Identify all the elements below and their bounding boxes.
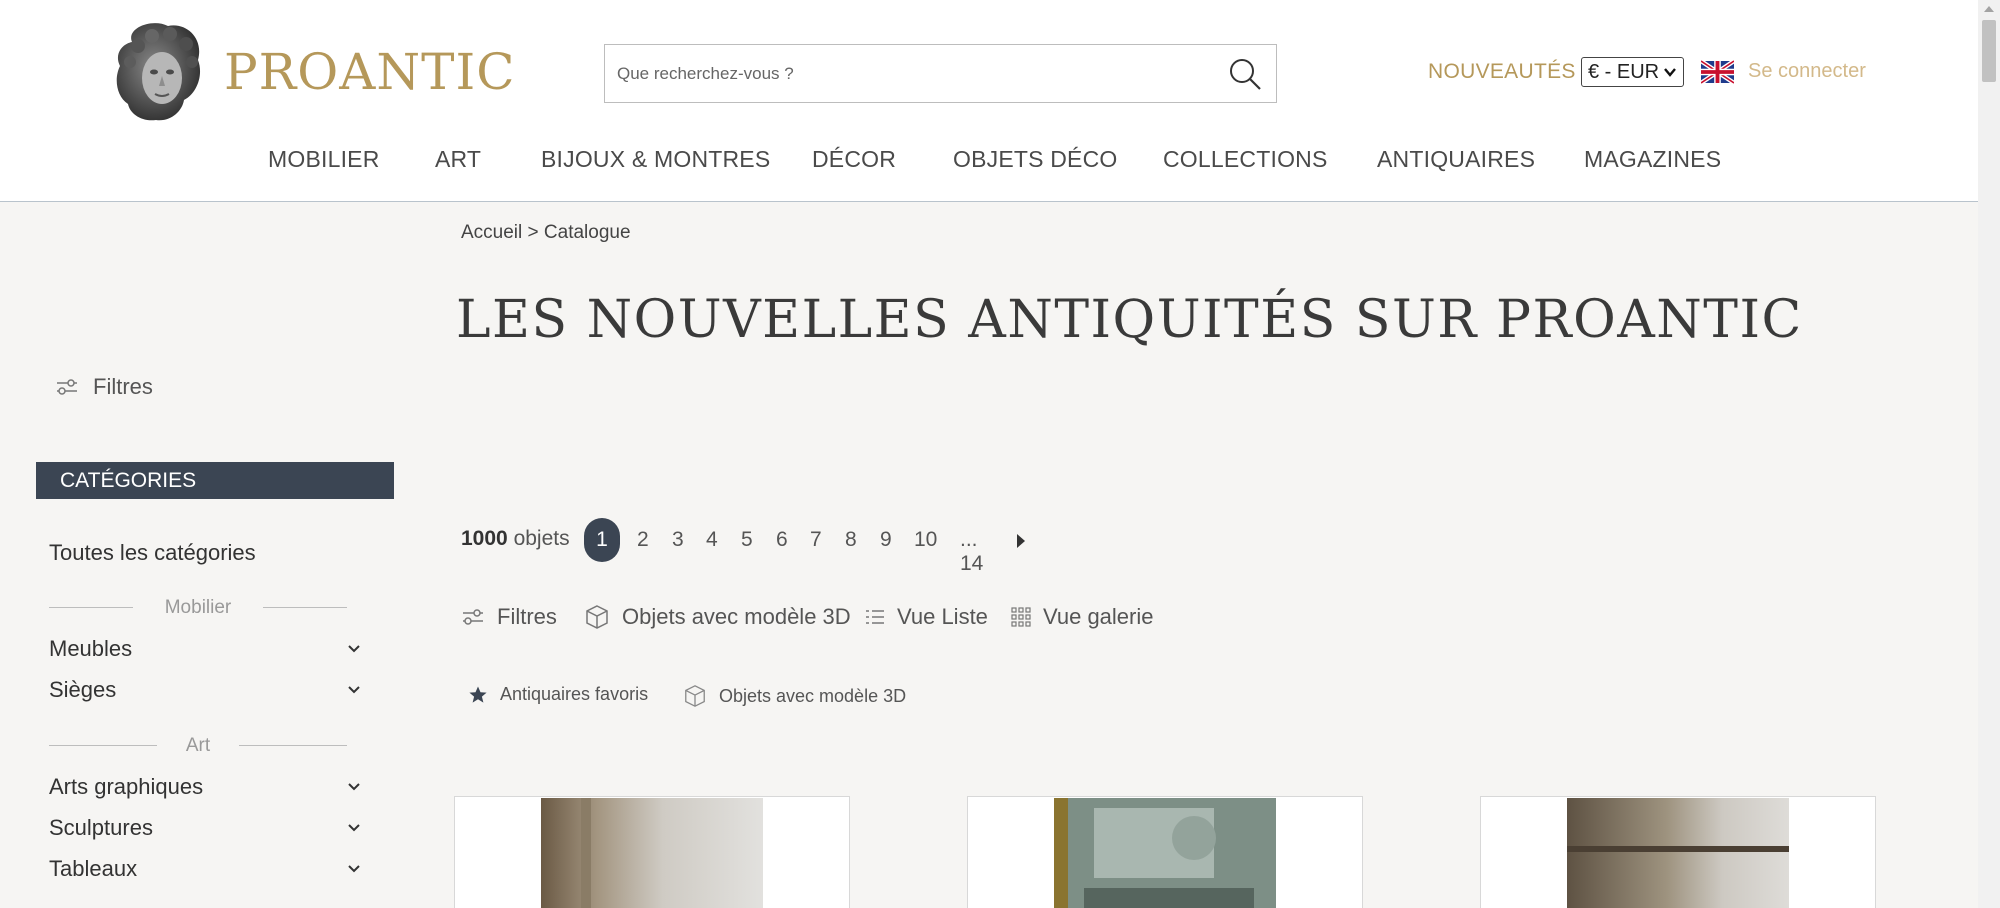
search-icon[interactable] [1228, 57, 1262, 91]
nav-item-antiquaires[interactable]: ANTIQUAIRES [1377, 146, 1535, 173]
main-nav: MOBILIER ART BIJOUX & MONTRES DÉCOR OBJE… [0, 146, 1978, 182]
results-count-number: 1000 [461, 527, 508, 550]
chevron-down-icon [1664, 68, 1676, 77]
search-box [604, 44, 1277, 103]
results-count-suffix: objets [513, 527, 570, 550]
sidebar-item-sculptures[interactable]: Sculptures [49, 815, 361, 845]
chevron-down-icon[interactable] [347, 782, 361, 792]
sidebar-item-sieges[interactable]: Sièges [49, 677, 361, 707]
3d-models-chip[interactable]: Objets avec modèle 3D [683, 684, 906, 708]
group-label-art: Art [185, 735, 211, 756]
chevron-down-icon[interactable] [347, 823, 361, 833]
scroll-thumb[interactable] [1982, 20, 1996, 82]
next-page-arrow-icon[interactable] [1017, 534, 1025, 548]
nav-item-decor[interactable]: DÉCOR [812, 146, 896, 173]
gallery-grid-icon [1011, 607, 1031, 627]
toolbar-3d-models-button[interactable]: Objets avec modèle 3D [584, 604, 851, 630]
page-link-6[interactable]: 6 [776, 528, 788, 552]
scrollbar[interactable] [1978, 0, 2000, 908]
page-link-3[interactable]: 3 [672, 528, 684, 552]
page-button-current[interactable]: 1 [584, 518, 620, 562]
sidebar-item-label: Tableaux [49, 856, 138, 881]
page-link-4[interactable]: 4 [706, 528, 718, 552]
uk-flag-icon[interactable] [1701, 60, 1734, 84]
page-link-9[interactable]: 9 [880, 528, 892, 552]
all-categories-link[interactable]: Toutes les catégories [49, 540, 256, 566]
favorite-dealers-label: Antiquaires favoris [500, 684, 649, 704]
results-count: 1000 objets [461, 527, 570, 551]
product-card[interactable] [1480, 796, 1876, 908]
page-link-8[interactable]: 8 [845, 528, 857, 552]
page-link-2[interactable]: 2 [637, 528, 649, 552]
product-card[interactable] [454, 796, 850, 908]
toolbar-list-view-label: Vue Liste [897, 604, 988, 629]
list-view-icon [866, 610, 884, 624]
filter-sliders-icon [463, 609, 483, 625]
breadcrumb[interactable]: Accueil > Catalogue [461, 222, 631, 244]
chevron-down-icon[interactable] [347, 864, 361, 874]
categories-header: CATÉGORIES [36, 462, 394, 499]
toolbar-filters-label: Filtres [497, 604, 557, 629]
sidebar-item-label: Arts graphiques [49, 774, 204, 799]
nav-item-collections[interactable]: COLLECTIONS [1163, 146, 1328, 173]
toolbar-gallery-view-label: Vue galerie [1043, 604, 1154, 629]
group-label-mobilier: Mobilier [164, 597, 232, 618]
toolbar-gallery-view-button[interactable]: Vue galerie [1011, 604, 1153, 630]
product-card[interactable] [967, 796, 1363, 908]
nouveautes-link[interactable]: NOUVEAUTÉS [1428, 60, 1576, 84]
cube-3d-icon [685, 685, 705, 707]
page-link-last[interactable]: ... 14 [960, 528, 983, 576]
sidebar-filters-label: Filtres [93, 374, 153, 399]
page-link-7[interactable]: 7 [810, 528, 822, 552]
page-title: LES NOUVELLES ANTIQUITÉS SUR PROANTIC [456, 290, 1803, 350]
cube-3d-icon [586, 605, 608, 629]
chevron-down-icon[interactable] [347, 644, 361, 654]
site-header: PROANTIC NOUVEAUTÉS € - EUR Se connecter… [0, 0, 1978, 202]
chevron-down-icon[interactable] [347, 685, 361, 695]
sidebar-item-tableaux[interactable]: Tableaux [49, 856, 361, 886]
nav-item-bijoux-montres[interactable]: BIJOUX & MONTRES [541, 146, 770, 173]
page-link-10[interactable]: 10 [914, 528, 937, 552]
nav-item-mobilier[interactable]: MOBILIER [268, 146, 380, 173]
filter-sliders-icon [57, 379, 77, 395]
page-link-5[interactable]: 5 [741, 528, 753, 552]
nav-item-art[interactable]: ART [435, 146, 481, 173]
currency-value: € - EUR [1588, 60, 1660, 83]
star-icon [469, 686, 487, 703]
logo-text: PROANTIC [224, 43, 516, 101]
toolbar-filters-button[interactable]: Filtres [461, 604, 557, 630]
sidebar-filters-toggle[interactable]: Filtres [55, 374, 153, 400]
currency-select[interactable]: € - EUR [1581, 57, 1684, 87]
sidebar-item-label: Meubles [49, 636, 133, 661]
sidebar-item-meubles[interactable]: Meubles [49, 636, 361, 666]
login-link[interactable]: Se connecter [1748, 60, 1866, 83]
sidebar-item-label: Sièges [49, 677, 117, 702]
scroll-up-arrow-icon[interactable] [1984, 6, 1994, 12]
product-image [1054, 798, 1276, 908]
group-divider-mobilier: Mobilier [49, 597, 347, 618]
3d-models-chip-label: Objets avec modèle 3D [719, 685, 907, 706]
site-logo[interactable]: PROANTIC [112, 20, 516, 124]
nav-item-magazines[interactable]: MAGAZINES [1584, 146, 1721, 173]
product-image [541, 798, 763, 908]
product-image [1567, 798, 1789, 908]
toolbar-list-view-button[interactable]: Vue Liste [865, 604, 988, 630]
sidebar-item-label: Sculptures [49, 815, 153, 840]
sidebar-item-arts-graphiques[interactable]: Arts graphiques [49, 774, 361, 804]
logo-bust-icon [116, 23, 201, 121]
group-divider-art: Art [49, 735, 347, 756]
nav-item-objets-deco[interactable]: OBJETS DÉCO [953, 146, 1118, 173]
toolbar-3d-models-label: Objets avec modèle 3D [622, 604, 851, 629]
search-input[interactable] [617, 45, 1207, 102]
favorite-dealers-chip[interactable]: Antiquaires favoris [468, 684, 648, 705]
